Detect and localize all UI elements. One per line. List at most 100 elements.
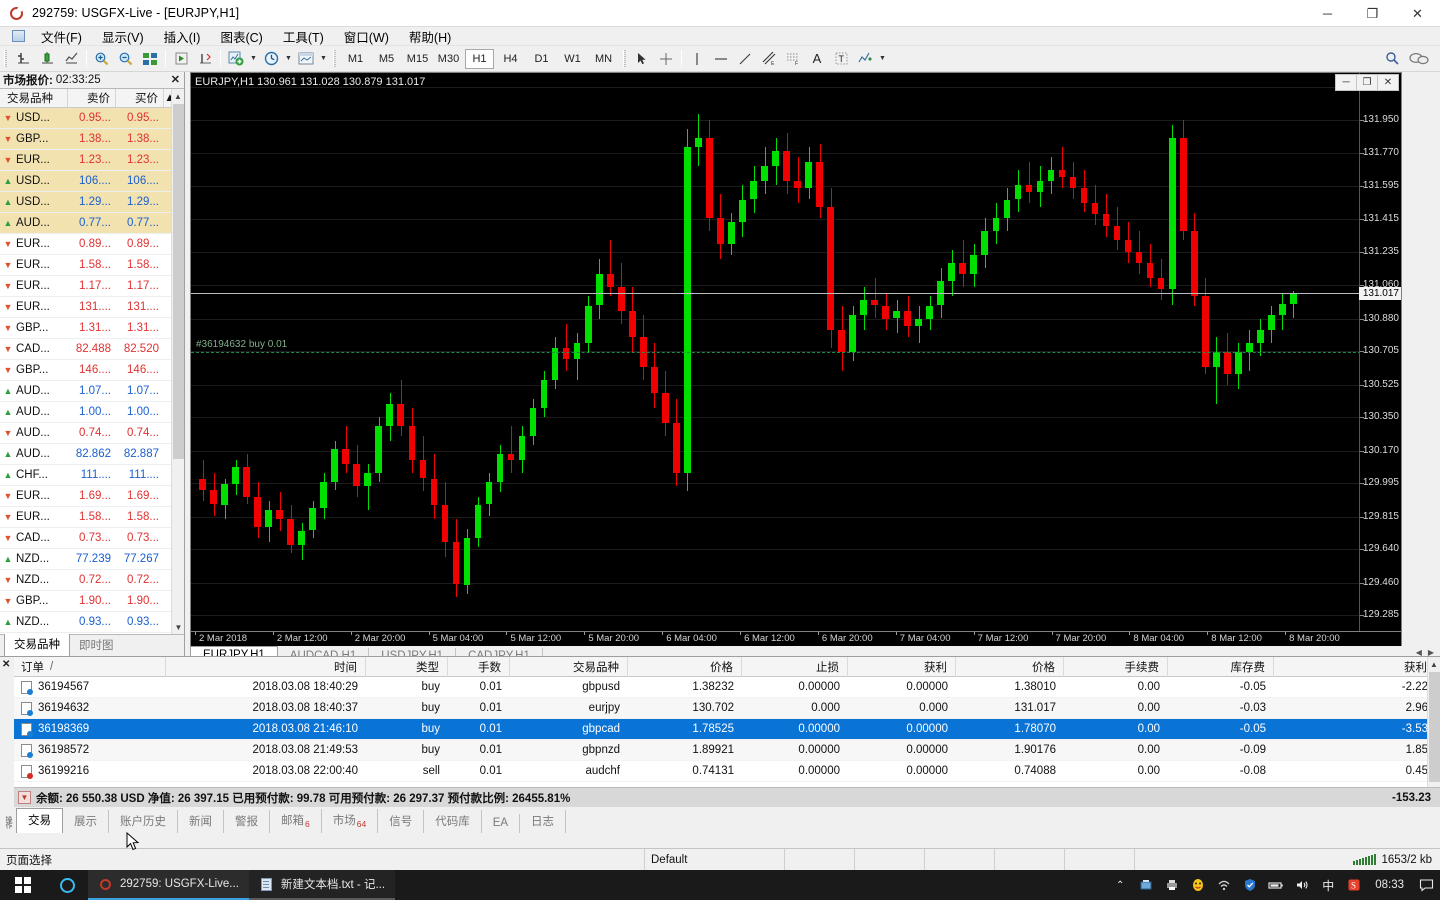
col-header-takeprofit[interactable]: 获利 bbox=[848, 657, 956, 677]
price-chart[interactable]: EURJPY,H1 130.961 131.028 130.879 131.01… bbox=[190, 72, 1402, 632]
menu-help[interactable]: 帮助(H) bbox=[399, 26, 461, 47]
terminal-tab-账户历史[interactable]: 账户历史 bbox=[109, 810, 178, 833]
chart-shift-icon[interactable] bbox=[169, 48, 193, 70]
bar-chart-icon[interactable] bbox=[11, 48, 35, 70]
cortana-icon[interactable] bbox=[46, 870, 88, 900]
search-icon[interactable] bbox=[1380, 48, 1404, 70]
market-watch-close-icon[interactable]: ✕ bbox=[171, 73, 180, 86]
table-row[interactable]: 36194567 2018.03.08 18:40:29 buy 0.01 gbpusd… bbox=[14, 677, 1440, 698]
chart-close-button[interactable]: ✕ bbox=[1377, 74, 1399, 91]
terminal-tab-代码库[interactable]: 代码库 bbox=[424, 810, 482, 833]
minimize-button[interactable]: ─ bbox=[1305, 0, 1350, 27]
vertical-line-icon[interactable] bbox=[685, 48, 709, 70]
cursor-arrow-icon[interactable] bbox=[630, 48, 654, 70]
market-watch-row[interactable]: ▼ AUD... 0.74... 0.74... bbox=[0, 423, 184, 444]
orders-scroll-thumb[interactable] bbox=[1429, 672, 1440, 782]
timeframe-m1[interactable]: M1 bbox=[341, 49, 370, 69]
timeframe-m30[interactable]: M30 bbox=[434, 49, 463, 69]
shield-icon[interactable] bbox=[1237, 870, 1263, 900]
taskbar-item-notepad[interactable]: 新建文本档.txt - 记... bbox=[248, 870, 396, 900]
terminal-tab-EA[interactable]: EA bbox=[482, 814, 521, 833]
terminal-tab-信号[interactable]: 信号 bbox=[378, 810, 425, 833]
terminal-close-icon[interactable]: ✕ bbox=[2, 659, 10, 670]
candlestick-chart-icon[interactable] bbox=[35, 48, 59, 70]
chart-minimize-button[interactable]: ─ bbox=[1335, 74, 1357, 91]
terminal-tab-警报[interactable]: 警报 bbox=[224, 810, 270, 833]
market-watch-row[interactable]: ▼ CAD... 82.488 82.520 bbox=[0, 339, 184, 360]
indicators-dropdown-icon[interactable]: ▼ bbox=[877, 48, 888, 70]
market-watch-row[interactable]: ▲ USD... 106.... 106.... bbox=[0, 171, 184, 192]
market-watch-row[interactable]: ▲ NZD... 0.93... 0.93... bbox=[0, 612, 184, 633]
market-watch-tab-tickchart[interactable]: 即时图 bbox=[70, 635, 123, 656]
horizontal-line-icon[interactable] bbox=[709, 48, 733, 70]
wifi-icon[interactable] bbox=[1211, 870, 1237, 900]
maximize-button[interactable]: ❐ bbox=[1350, 0, 1395, 27]
market-watch-row[interactable]: ▲ CHF... 111.... 111.... bbox=[0, 465, 184, 486]
market-watch-row[interactable]: ▼ EUR... 1.58... 1.58... bbox=[0, 507, 184, 528]
market-watch-row[interactable]: ▲ AUD... 1.07... 1.07... bbox=[0, 381, 184, 402]
col-header-commission[interactable]: 手续费 bbox=[1064, 657, 1168, 677]
tile-windows-icon[interactable] bbox=[138, 48, 162, 70]
fibonacci-retracement-icon[interactable]: F bbox=[781, 48, 805, 70]
printer-icon[interactable] bbox=[1159, 870, 1185, 900]
chart-restore-button[interactable]: ❐ bbox=[1356, 74, 1378, 91]
templates-dropdown-icon[interactable]: ▼ bbox=[318, 48, 329, 70]
connection-status[interactable]: 1653/2 kb bbox=[1353, 854, 1432, 866]
terminal-tab-日志[interactable]: 日志 bbox=[520, 810, 567, 833]
auto-scroll-icon[interactable] bbox=[193, 48, 217, 70]
usb-icon[interactable] bbox=[1133, 870, 1159, 900]
market-watch-scrollbar[interactable]: ▲ ▼ bbox=[171, 89, 184, 634]
scrollbar-thumb[interactable] bbox=[173, 104, 184, 459]
scrollbar-up-icon[interactable]: ▲ bbox=[172, 89, 184, 103]
market-watch-row[interactable]: ▼ GBP... 1.38... 1.38... bbox=[0, 129, 184, 150]
col-header-type[interactable]: 类型 bbox=[366, 657, 448, 677]
time-axis[interactable]: 2 Mar 2018 2 Mar 12:00 2 Mar 20:00 5 Mar 04… bbox=[190, 632, 1402, 646]
trendline-icon[interactable] bbox=[733, 48, 757, 70]
market-watch-row[interactable]: ▼ GBP... 146.... 146.... bbox=[0, 360, 184, 381]
col-header-time[interactable]: 时间 bbox=[166, 657, 366, 677]
text-label-tool-icon[interactable]: T bbox=[829, 48, 853, 70]
equidistant-channel-icon[interactable]: E bbox=[757, 48, 781, 70]
chevron-up-icon[interactable]: ⌃ bbox=[1107, 870, 1133, 900]
indicators-icon[interactable] bbox=[853, 48, 877, 70]
taskbar-clock[interactable]: 08:33 bbox=[1367, 879, 1412, 891]
col-header-profit[interactable]: 获利 bbox=[1274, 657, 1437, 677]
line-chart-icon[interactable] bbox=[59, 48, 83, 70]
market-watch-row[interactable]: ▼ GBP... 1.90... 1.90... bbox=[0, 591, 184, 612]
timeframe-m15[interactable]: M15 bbox=[403, 49, 432, 69]
timeframe-m5[interactable]: M5 bbox=[372, 49, 401, 69]
timeframe-w1[interactable]: W1 bbox=[558, 49, 587, 69]
market-watch-row[interactable]: ▲ AUD... 1.00... 1.00... bbox=[0, 402, 184, 423]
status-profile[interactable]: Default bbox=[645, 848, 785, 871]
col-header-lots[interactable]: 手数 bbox=[448, 657, 510, 677]
scrollbar-down-icon[interactable]: ▼ bbox=[172, 620, 184, 634]
terminal-tab-新闻[interactable]: 新闻 bbox=[178, 810, 224, 833]
market-watch-row[interactable]: ▼ NZD... 0.72... 0.72... bbox=[0, 570, 184, 591]
market-watch-row[interactable]: ▼ EUR... 0.89... 0.89... bbox=[0, 234, 184, 255]
terminal-tab-交易[interactable]: 交易 bbox=[16, 808, 63, 833]
timeframe-h4[interactable]: H4 bbox=[496, 49, 525, 69]
timeframe-d1[interactable]: D1 bbox=[527, 49, 556, 69]
taskbar-item-mt4[interactable]: 292759: USGFX-Live... bbox=[88, 870, 249, 900]
menu-window[interactable]: 窗口(W) bbox=[334, 26, 399, 47]
timeframe-h1[interactable]: H1 bbox=[465, 48, 494, 69]
close-button[interactable]: ✕ bbox=[1395, 0, 1440, 27]
menu-view[interactable]: 显示(V) bbox=[92, 26, 154, 47]
market-watch-row[interactable]: ▲ AUD... 0.77... 0.77... bbox=[0, 213, 184, 234]
notification-icon[interactable] bbox=[1412, 870, 1440, 900]
col-header-swap[interactable]: 库存费 bbox=[1168, 657, 1274, 677]
terminal-tab-市场[interactable]: 市场64 bbox=[322, 808, 379, 833]
table-row[interactable]: 36198369 2018.03.08 21:46:10 buy 0.01 gbpcad… bbox=[14, 719, 1440, 740]
ime-icon[interactable]: 中 bbox=[1315, 870, 1341, 900]
market-watch-col-bid[interactable]: 卖价 bbox=[68, 89, 116, 107]
market-watch-row[interactable]: ▼ GBP... 1.31... 1.31... bbox=[0, 318, 184, 339]
timeframe-mn[interactable]: MN bbox=[589, 49, 618, 69]
market-watch-row[interactable]: ▼ EUR... 1.58... 1.58... bbox=[0, 255, 184, 276]
market-watch-row[interactable]: ▲ NZD... 77.239 77.267 bbox=[0, 549, 184, 570]
market-watch-row[interactable]: ▼ USD... 0.95... 0.95... bbox=[0, 108, 184, 129]
menu-charts[interactable]: 图表(C) bbox=[210, 26, 272, 47]
chat-icon[interactable] bbox=[1404, 48, 1434, 70]
period-clock-icon[interactable] bbox=[259, 48, 283, 70]
market-watch-row[interactable]: ▲ USD... 1.29... 1.29... bbox=[0, 192, 184, 213]
market-watch-row[interactable]: ▼ EUR... 1.69... 1.69... bbox=[0, 486, 184, 507]
